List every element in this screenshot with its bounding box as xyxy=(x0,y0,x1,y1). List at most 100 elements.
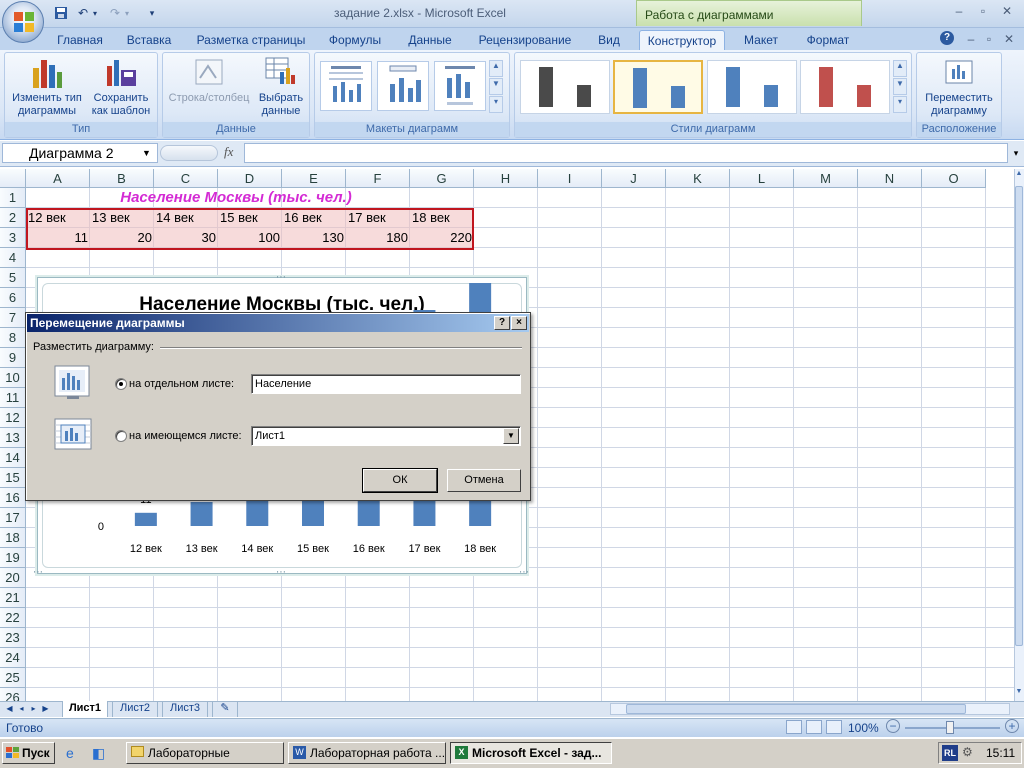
cell-header[interactable]: 16 век xyxy=(282,208,346,228)
insert-sheet-icon[interactable]: ✎ xyxy=(212,701,238,717)
cell-header[interactable]: 17 век xyxy=(346,208,410,228)
column-header[interactable]: I xyxy=(538,169,602,188)
column-header[interactable]: A xyxy=(26,169,90,188)
workbook-close-icon[interactable]: ✕ xyxy=(998,30,1020,48)
select-data-button[interactable]: Выбрать данные xyxy=(254,54,308,122)
radio-new-sheet[interactable] xyxy=(115,378,127,390)
chart-style-1[interactable] xyxy=(520,60,610,114)
dialog-close-button[interactable]: × xyxy=(511,316,527,330)
tab-insert[interactable]: Вставка xyxy=(118,30,180,50)
language-indicator[interactable]: RL xyxy=(942,745,958,761)
column-header[interactable]: H xyxy=(474,169,538,188)
task-folder[interactable]: Лабораторные xyxy=(126,742,284,764)
last-sheet-icon[interactable]: ▶ xyxy=(40,702,51,716)
start-button[interactable]: Пуск xyxy=(2,742,55,764)
dialog-help-button[interactable]: ? xyxy=(494,316,510,330)
chart-layout-1[interactable] xyxy=(320,61,372,111)
tray-icon[interactable]: ⚙ xyxy=(962,745,978,761)
ribbon-restore-icon[interactable]: ▫ xyxy=(978,30,1000,48)
office-button[interactable] xyxy=(2,1,44,43)
tab-formulas[interactable]: Формулы xyxy=(322,30,388,50)
radio-new-sheet-label[interactable]: на отдельном листе: xyxy=(129,378,234,390)
row-header[interactable]: 13 xyxy=(0,428,26,448)
column-header[interactable]: D xyxy=(218,169,282,188)
cell-header[interactable]: 18 век xyxy=(410,208,474,228)
row-header[interactable]: 8 xyxy=(0,328,26,348)
page-break-view-icon[interactable] xyxy=(826,720,842,734)
chart-handle-bottom-right[interactable]: ⋯ xyxy=(519,567,529,578)
column-header[interactable]: K xyxy=(666,169,730,188)
row-header[interactable]: 21 xyxy=(0,588,26,608)
row-header[interactable]: 14 xyxy=(0,448,26,468)
zoom-slider-thumb[interactable] xyxy=(946,721,954,734)
normal-view-icon[interactable] xyxy=(786,720,802,734)
task-excel[interactable]: X Microsoft Excel - зад... xyxy=(450,742,612,764)
tab-layout[interactable]: Макет xyxy=(734,30,788,50)
row-header[interactable]: 11 xyxy=(0,388,26,408)
column-header[interactable]: B xyxy=(90,169,154,188)
minimize-icon[interactable]: – xyxy=(948,2,970,20)
sheet-tab-2[interactable]: Лист2 xyxy=(112,701,158,717)
cell-value[interactable]: 20 xyxy=(90,228,154,248)
row-header[interactable]: 12 xyxy=(0,408,26,428)
existing-sheet-select[interactable]: Лист1 xyxy=(251,426,521,446)
column-header[interactable]: O xyxy=(922,169,986,188)
chart-bar[interactable] xyxy=(190,502,213,526)
row-header[interactable]: 9 xyxy=(0,348,26,368)
column-header[interactable]: G xyxy=(410,169,474,188)
cell-header[interactable]: 14 век xyxy=(154,208,218,228)
chart-layout-2[interactable] xyxy=(377,61,429,111)
ie-icon[interactable]: e xyxy=(66,745,84,763)
horizontal-scroll-thumb[interactable] xyxy=(626,704,966,714)
tab-home[interactable]: Главная xyxy=(48,30,112,50)
column-header[interactable]: J xyxy=(602,169,666,188)
chart-layout-3[interactable] xyxy=(434,61,486,111)
tab-page-layout[interactable]: Разметка страницы xyxy=(192,30,310,50)
zoom-level[interactable]: 100% xyxy=(848,721,879,735)
column-header[interactable]: L xyxy=(730,169,794,188)
task-word[interactable]: W Лабораторная работа ... xyxy=(288,742,446,764)
row-header[interactable]: 19 xyxy=(0,548,26,568)
row-header[interactable]: 5 xyxy=(0,268,26,288)
layouts-scroll-up-icon[interactable]: ▲ xyxy=(489,60,503,77)
chart-bar[interactable] xyxy=(134,512,157,526)
sheet-tab-1[interactable]: Лист1 xyxy=(62,701,108,717)
tab-data[interactable]: Данные xyxy=(400,30,460,50)
radio-existing-sheet[interactable] xyxy=(115,430,127,442)
row-header[interactable]: 3 xyxy=(0,228,26,248)
formula-bar-splitter[interactable] xyxy=(160,145,218,161)
zoom-in-icon[interactable]: + xyxy=(1005,719,1019,733)
switch-row-column-button[interactable]: Строка/столбец xyxy=(164,54,254,122)
tab-format[interactable]: Формат xyxy=(800,30,856,50)
row-header[interactable]: 2 xyxy=(0,208,26,228)
styles-more-icon[interactable]: ▾ xyxy=(893,96,907,113)
help-icon[interactable]: ? xyxy=(940,31,954,45)
column-header[interactable]: C xyxy=(154,169,218,188)
cell-value[interactable]: 180 xyxy=(346,228,410,248)
row-header[interactable]: 15 xyxy=(0,468,26,488)
name-box[interactable]: Диаграмма 2 xyxy=(2,143,158,163)
row-header[interactable]: 25 xyxy=(0,668,26,688)
move-chart-button[interactable]: Переместить диаграмму xyxy=(918,54,1000,122)
cell-header[interactable]: 15 век xyxy=(218,208,282,228)
row-header[interactable]: 17 xyxy=(0,508,26,528)
row-header[interactable]: 16 xyxy=(0,488,26,508)
row-header[interactable]: 4 xyxy=(0,248,26,268)
sheet-tab-3[interactable]: Лист3 xyxy=(162,701,208,717)
name-box-dropdown-icon[interactable]: ▼ xyxy=(142,148,151,158)
scroll-up-icon[interactable]: ▲ xyxy=(1015,170,1023,182)
tab-review[interactable]: Рецензирование xyxy=(472,30,578,50)
cell-value[interactable]: 100 xyxy=(218,228,282,248)
new-sheet-name-input[interactable]: Население xyxy=(251,374,521,394)
scroll-down-icon[interactable]: ▼ xyxy=(1015,688,1023,700)
prev-sheet-icon[interactable]: ◂ xyxy=(16,702,27,716)
column-header[interactable]: N xyxy=(858,169,922,188)
page-layout-view-icon[interactable] xyxy=(806,720,822,734)
row-header[interactable]: 1 xyxy=(0,188,26,208)
column-header[interactable]: F xyxy=(346,169,410,188)
row-header[interactable]: 7 xyxy=(0,308,26,328)
cancel-button[interactable]: Отмена xyxy=(447,469,521,492)
select-all-corner[interactable] xyxy=(0,169,26,188)
save-icon[interactable] xyxy=(52,4,70,22)
cell-header[interactable]: 12 век xyxy=(26,208,90,228)
